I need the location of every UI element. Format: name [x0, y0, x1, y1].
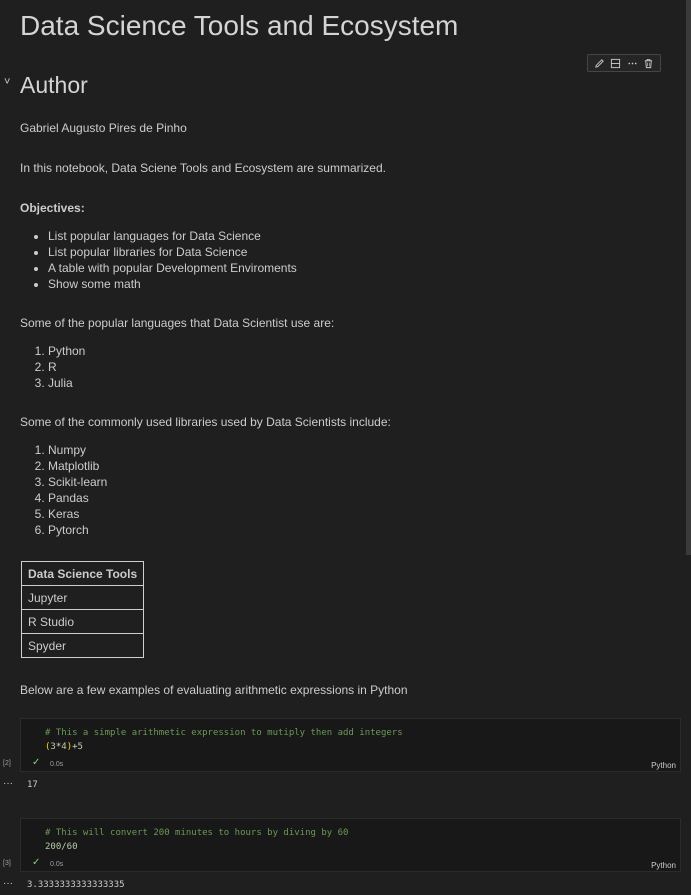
- execution-time: 0.0s: [50, 761, 64, 768]
- cell-toolbar: [587, 54, 661, 72]
- list-item: Julia: [48, 375, 85, 391]
- table-header-row: Data Science Tools: [20, 561, 145, 586]
- language-selector[interactable]: Python: [651, 761, 676, 770]
- objectives-label: Objectives:: [20, 201, 85, 215]
- table-row: Jupyter: [20, 585, 145, 610]
- list-item: Pytorch: [48, 522, 107, 538]
- list-item: List popular languages for Data Science: [48, 228, 297, 244]
- chevron-down-icon[interactable]: ˅: [4, 76, 10, 88]
- author-name: Gabriel Augusto Pires de Pinho: [20, 121, 187, 135]
- list-item: R: [48, 359, 85, 375]
- list-item: Keras: [48, 506, 107, 522]
- objectives-list: List popular languages for Data Science …: [20, 228, 297, 292]
- execution-time: 0.0s: [50, 861, 64, 868]
- list-item: A table with popular Development Envirom…: [48, 260, 297, 276]
- list-item: Python: [48, 343, 85, 359]
- pencil-icon[interactable]: [593, 57, 606, 70]
- trash-icon[interactable]: [642, 57, 655, 70]
- arith-intro: Below are a few examples of evaluating a…: [20, 683, 408, 697]
- execution-count: [3]: [3, 860, 11, 867]
- intro-text: In this notebook, Data Sciene Tools and …: [20, 161, 386, 175]
- execution-count: [2]: [3, 760, 11, 767]
- code-token: 5: [77, 742, 83, 752]
- list-item: Numpy: [48, 442, 107, 458]
- ellipsis-icon[interactable]: [626, 57, 639, 70]
- list-item: Scikit-learn: [48, 474, 107, 490]
- list-item: Show some math: [48, 276, 297, 292]
- code-line: 200/60: [45, 842, 78, 852]
- notebook-page: Data Science Tools and Ecosystem ˅ Autho…: [0, 0, 691, 895]
- notebook-title: Data Science Tools and Ecosystem: [20, 10, 459, 41]
- libraries-intro: Some of the commonly used libraries used…: [20, 415, 391, 429]
- table-cell: Spyder: [20, 633, 145, 658]
- code-cell[interactable]: # This a simple arithmetic expression to…: [20, 718, 681, 772]
- vertical-scrollbar[interactable]: [686, 0, 691, 555]
- code-comment: # This will convert 200 minutes to hours…: [45, 828, 349, 838]
- output-menu-icon[interactable]: ···: [3, 878, 13, 889]
- table-row: Spyder: [20, 633, 145, 658]
- table-cell: Jupyter: [20, 585, 145, 610]
- language-selector[interactable]: Python: [651, 861, 676, 870]
- cell-output: 3.3333333333333335: [27, 880, 125, 890]
- cell-output: 17: [27, 780, 38, 790]
- list-item: Pandas: [48, 490, 107, 506]
- code-line: (3*4)+5: [45, 742, 83, 752]
- libraries-list: Numpy Matplotlib Scikit-learn Pandas Ker…: [20, 442, 107, 538]
- code-cell[interactable]: # This will convert 200 minutes to hours…: [20, 818, 681, 872]
- code-comment: # This a simple arithmetic expression to…: [45, 728, 403, 738]
- output-menu-icon[interactable]: ···: [3, 778, 13, 789]
- languages-list: Python R Julia: [20, 343, 85, 391]
- table-cell: R Studio: [20, 609, 145, 634]
- check-icon: ✓: [32, 857, 41, 868]
- check-icon: ✓: [32, 757, 41, 768]
- author-heading: Author: [20, 72, 88, 98]
- list-item: List popular libraries for Data Science: [48, 244, 297, 260]
- languages-intro: Some of the popular languages that Data …: [20, 316, 335, 330]
- list-item: Matplotlib: [48, 458, 107, 474]
- table-row: R Studio: [20, 609, 145, 634]
- split-cell-icon[interactable]: [609, 57, 622, 70]
- tools-table: Data Science Tools Jupyter R Studio Spyd…: [20, 561, 145, 658]
- table-header-cell: Data Science Tools: [20, 561, 145, 586]
